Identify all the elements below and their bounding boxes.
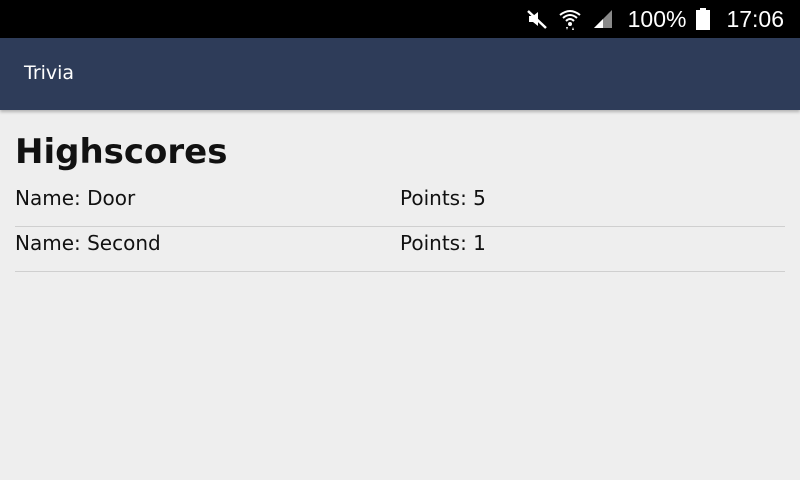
score-points: Points: 5 [400, 186, 486, 210]
battery-percent: 100% [627, 5, 687, 32]
score-name: Name: Door [15, 186, 136, 210]
app-title: Trivia [24, 62, 75, 84]
status-bar: 100% 17:06 [0, 0, 800, 38]
app-bar: Trivia [0, 38, 800, 110]
score-row[interactable]: Name: Door Points: 5 [15, 182, 785, 227]
score-row[interactable]: Name: Second Points: 1 [15, 227, 785, 272]
battery-icon [696, 8, 711, 30]
wifi-icon [558, 7, 582, 31]
clock: 17:06 [726, 5, 784, 32]
score-name: Name: Second [15, 231, 161, 255]
page-title: Highscores [15, 132, 228, 172]
score-list: Name: Door Points: 5 Name: Second Points… [15, 182, 785, 272]
score-points: Points: 1 [400, 231, 486, 255]
highscores-content: Highscores Name: Door Points: 5 Name: Se… [15, 110, 785, 272]
mute-icon [526, 8, 548, 30]
status-icons: 100% 17:06 [526, 0, 784, 38]
signal-icon [592, 8, 614, 30]
